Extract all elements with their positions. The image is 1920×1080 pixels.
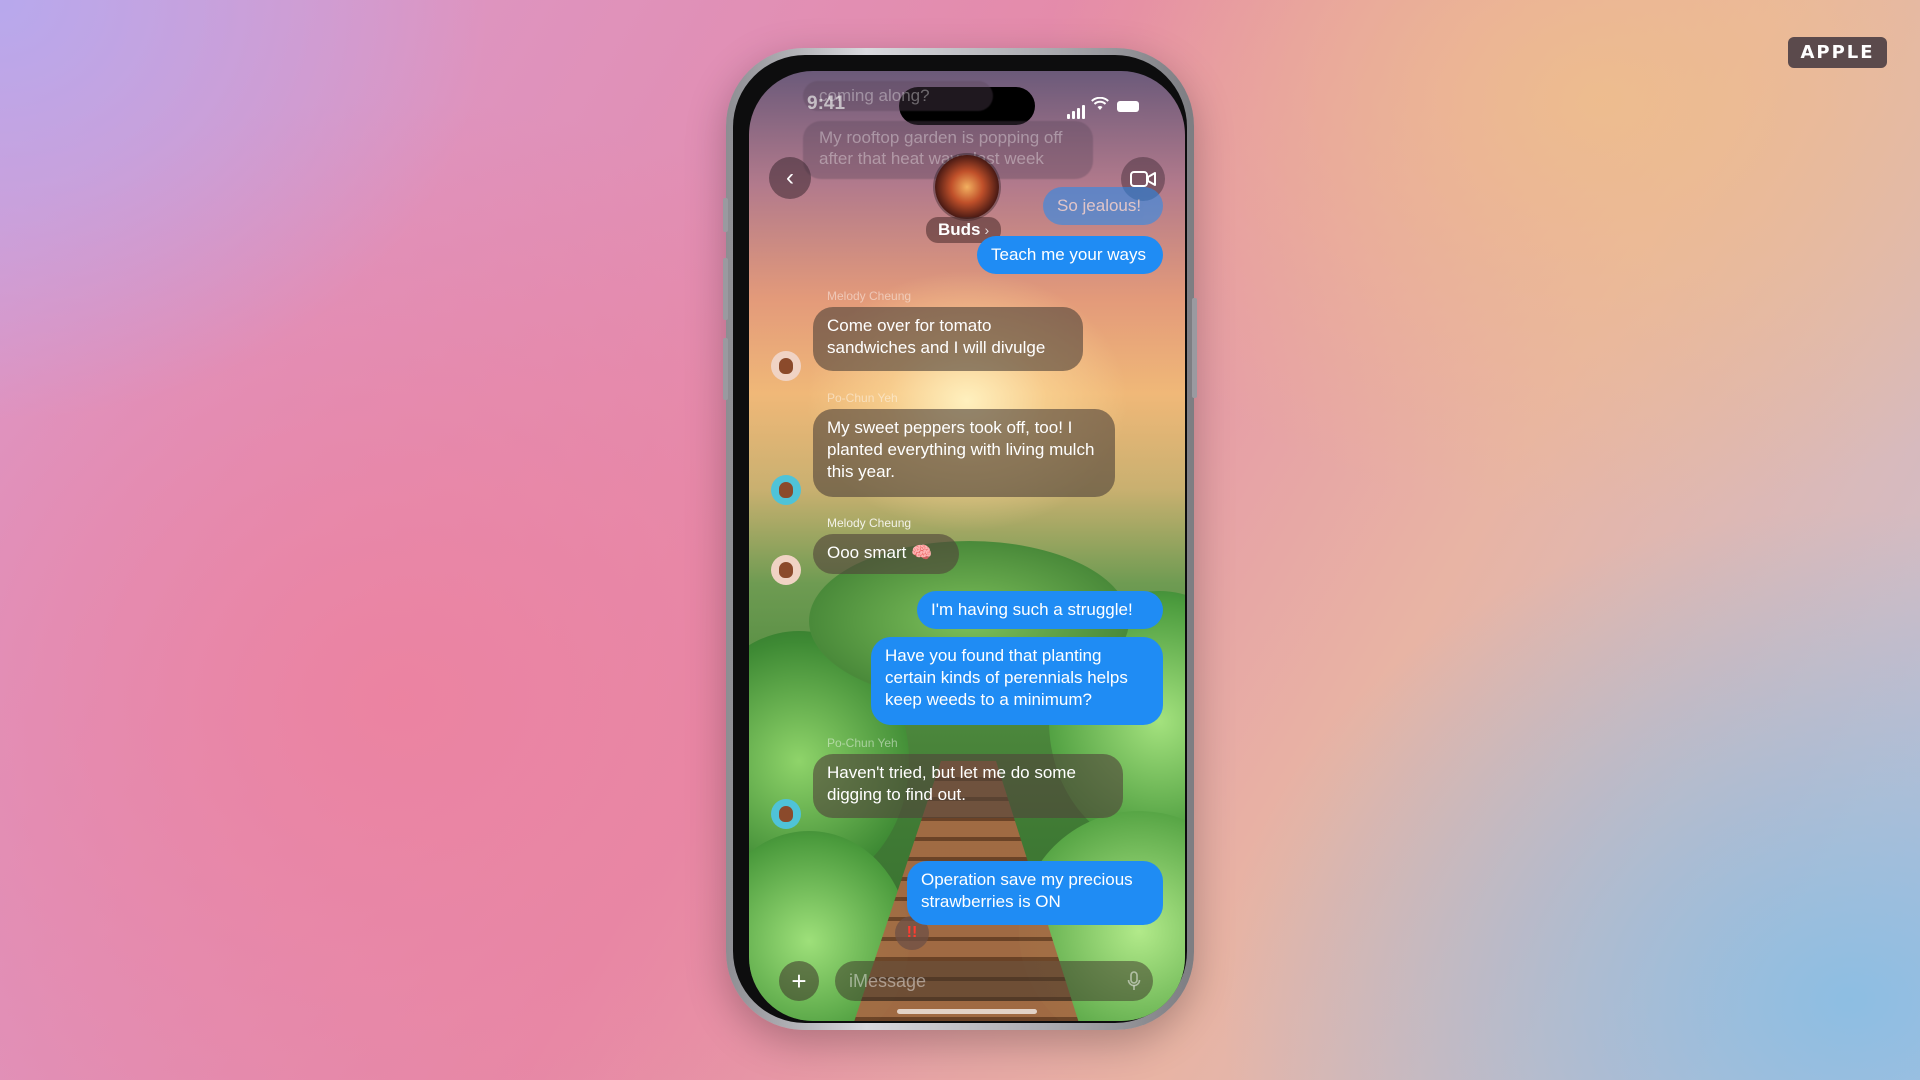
message-bubble-incoming[interactable]: Ooo smart 🧠 xyxy=(813,534,959,574)
chevron-left-icon: ‹ xyxy=(786,164,794,191)
avatar-melody-cheung[interactable] xyxy=(771,555,801,585)
add-attachment-button[interactable]: + xyxy=(779,961,819,1001)
back-button[interactable]: ‹ xyxy=(769,157,811,199)
message-bubble-outgoing[interactable]: Operation save my precious strawberries … xyxy=(907,861,1163,925)
message-bubble-outgoing[interactable]: I'm having such a struggle! xyxy=(917,591,1163,629)
battery-icon xyxy=(1117,101,1139,112)
plus-icon: + xyxy=(791,965,807,996)
group-name-label: Buds xyxy=(938,220,981,239)
avatar-melody-cheung[interactable] xyxy=(771,351,801,381)
imessage-placeholder: iMessage xyxy=(849,970,927,991)
wifi-icon xyxy=(1091,97,1109,110)
memoji-face-icon xyxy=(779,358,793,374)
message-bubble-incoming[interactable]: My sweet peppers took off, too! I plante… xyxy=(813,409,1115,497)
microphone-icon[interactable] xyxy=(1127,971,1141,991)
ghost-message-line: My rooftop garden is popping off xyxy=(819,128,1063,147)
message-bubble-incoming[interactable]: Haven't tried, but let me do some diggin… xyxy=(813,754,1123,818)
home-indicator[interactable] xyxy=(897,1009,1037,1014)
messages-screen: 9:41 coming along? My rooftop garden is … xyxy=(749,71,1185,1021)
ghost-message-line: coming along? xyxy=(819,86,930,105)
volume-up-button xyxy=(723,258,728,320)
imessage-input[interactable]: iMessage xyxy=(835,961,1153,1001)
memoji-face-icon xyxy=(779,482,793,498)
message-text: Ooo smart xyxy=(827,543,907,562)
apple-watermark-badge: APPLE xyxy=(1788,37,1887,68)
volume-down-button xyxy=(723,338,728,400)
cellular-signal-icon xyxy=(1067,101,1087,119)
memoji-face-icon xyxy=(779,806,793,822)
sender-name: Po-Chun Yeh xyxy=(827,736,898,750)
iphone-device: 9:41 coming along? My rooftop garden is … xyxy=(723,48,1197,1030)
sender-name: Melody Cheung xyxy=(827,289,912,303)
group-avatar[interactable] xyxy=(935,155,999,219)
action-button xyxy=(723,198,728,232)
message-bubble-outgoing[interactable]: Have you found that planting certain kin… xyxy=(871,637,1163,725)
message-bubble-incoming[interactable]: Come over for tomato sandwiches and I wi… xyxy=(813,307,1083,371)
ghost-message-line: after that heat wave last week xyxy=(819,149,1044,168)
sender-name: Melody Cheung xyxy=(827,516,912,530)
avatar-po-chun-yeh[interactable] xyxy=(771,799,801,829)
memoji-face-icon xyxy=(779,562,793,578)
message-bubble-outgoing[interactable]: Teach me your ways xyxy=(977,236,1163,274)
chevron-right-icon: › xyxy=(984,222,990,238)
power-button xyxy=(1192,298,1197,398)
brain-emoji-icon: 🧠 xyxy=(911,543,933,562)
video-camera-icon xyxy=(1130,171,1156,187)
phone-bezel: 9:41 coming along? My rooftop garden is … xyxy=(733,55,1187,1023)
message-bubble-outgoing[interactable]: So jealous! xyxy=(1043,187,1163,225)
sender-name: Po-Chun Yeh xyxy=(827,391,898,405)
avatar-po-chun-yeh[interactable] xyxy=(771,475,801,505)
